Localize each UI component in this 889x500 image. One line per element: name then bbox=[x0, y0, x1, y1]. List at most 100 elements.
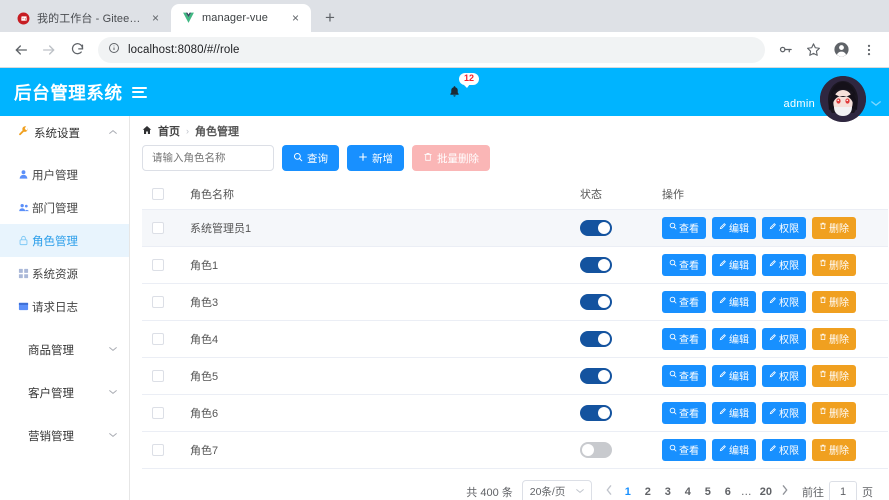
query-button[interactable]: 查询 bbox=[282, 145, 339, 171]
view-button[interactable]: 查看 bbox=[662, 438, 706, 461]
status-toggle[interactable] bbox=[580, 441, 612, 458]
page-button-4[interactable]: 4 bbox=[679, 482, 697, 500]
row-checkbox[interactable] bbox=[152, 221, 164, 234]
page-button-1[interactable]: 1 bbox=[619, 482, 637, 500]
back-arrow-icon[interactable] bbox=[8, 37, 34, 63]
batch-delete-button[interactable]: 批量删除 bbox=[412, 145, 490, 171]
close-icon[interactable]: × bbox=[288, 11, 303, 26]
table-row[interactable]: 角色3 查看 编辑 权限 删除 bbox=[142, 283, 888, 321]
new-tab-button[interactable]: + bbox=[317, 5, 343, 31]
chevron-left-icon[interactable] bbox=[601, 485, 617, 498]
page-jumper-input[interactable] bbox=[829, 480, 857, 500]
edit-button[interactable]: 编辑 bbox=[712, 364, 756, 387]
sidebar-item-role-management[interactable]: 角色管理 bbox=[0, 224, 129, 257]
pagination-ellipsis[interactable]: … bbox=[739, 486, 755, 498]
view-button[interactable]: 查看 bbox=[662, 253, 706, 276]
delete-button[interactable]: 删除 bbox=[812, 364, 856, 387]
table-row[interactable]: 角色4 查看 编辑 权限 删除 bbox=[142, 320, 888, 358]
permission-button[interactable]: 权限 bbox=[762, 216, 806, 239]
row-checkbox[interactable] bbox=[152, 258, 164, 271]
delete-button[interactable]: 删除 bbox=[812, 290, 856, 313]
view-button[interactable]: 查看 bbox=[662, 216, 706, 239]
status-toggle[interactable] bbox=[580, 404, 612, 421]
role-ops-cell: 查看 编辑 权限 删除 bbox=[652, 431, 888, 469]
trash-icon bbox=[819, 259, 827, 270]
role-status-cell bbox=[570, 394, 652, 432]
chevron-right-icon[interactable] bbox=[777, 485, 793, 498]
sidebar-group-marketing-management[interactable]: 营销管理 bbox=[0, 419, 129, 452]
edit-button[interactable]: 编辑 bbox=[712, 327, 756, 350]
app-brand: 后台管理系统 bbox=[14, 80, 147, 105]
pencil-icon bbox=[769, 296, 777, 307]
delete-button[interactable]: 删除 bbox=[812, 327, 856, 350]
sidebar-group-product-management[interactable]: 商品管理 bbox=[0, 333, 129, 366]
browser-tab-gitee[interactable]: 我的工作台 - Gitee.com × bbox=[6, 4, 171, 32]
sidebar-item-system-resources[interactable]: 系统资源 bbox=[0, 257, 129, 290]
edit-button[interactable]: 编辑 bbox=[712, 216, 756, 239]
edit-button[interactable]: 编辑 bbox=[712, 253, 756, 276]
reload-icon[interactable] bbox=[64, 37, 90, 63]
sidebar-group-customer-management[interactable]: 客户管理 bbox=[0, 376, 129, 409]
permission-button-label: 权限 bbox=[779, 335, 799, 346]
edit-button[interactable]: 编辑 bbox=[712, 438, 756, 461]
search-input[interactable] bbox=[142, 145, 274, 171]
page-button-2[interactable]: 2 bbox=[639, 482, 657, 500]
page-button-5[interactable]: 5 bbox=[699, 482, 717, 500]
sidebar-group-system-settings[interactable]: 系统设置 bbox=[0, 116, 129, 150]
row-checkbox[interactable] bbox=[152, 406, 164, 419]
kebab-menu-icon[interactable] bbox=[857, 38, 881, 62]
browser-tab-manager-vue[interactable]: manager-vue × bbox=[171, 4, 311, 32]
row-checkbox[interactable] bbox=[152, 369, 164, 382]
row-checkbox[interactable] bbox=[152, 332, 164, 345]
page-size-select[interactable]: 20条/页 bbox=[521, 479, 592, 500]
edit-button[interactable]: 编辑 bbox=[712, 290, 756, 313]
view-button[interactable]: 查看 bbox=[662, 401, 706, 424]
avatar[interactable] bbox=[820, 76, 866, 122]
select-all-checkbox[interactable] bbox=[152, 187, 164, 200]
add-button[interactable]: 新增 bbox=[347, 145, 404, 171]
sidebar-item-department-management[interactable]: 部门管理 bbox=[0, 191, 129, 224]
page-button-6[interactable]: 6 bbox=[719, 482, 737, 500]
table-row[interactable]: 系统管理员1 查看 编辑 权限 删除 bbox=[142, 209, 888, 247]
delete-button[interactable]: 删除 bbox=[812, 401, 856, 424]
user-area[interactable]: admin bbox=[784, 76, 881, 122]
sidebar-item-request-log[interactable]: 请求日志 bbox=[0, 290, 129, 323]
breadcrumb-home[interactable]: 首页 bbox=[158, 123, 180, 139]
hamburger-icon[interactable] bbox=[131, 86, 147, 98]
view-button[interactable]: 查看 bbox=[662, 327, 706, 350]
page-button-last[interactable]: 20 bbox=[757, 482, 775, 500]
table-row[interactable]: 角色7 查看 编辑 权限 删除 bbox=[142, 431, 888, 469]
profile-icon[interactable] bbox=[829, 38, 853, 62]
sidebar-item-user-management[interactable]: 用户管理 bbox=[0, 158, 129, 191]
view-button[interactable]: 查看 bbox=[662, 364, 706, 387]
delete-button[interactable]: 删除 bbox=[812, 438, 856, 461]
table-row[interactable]: 角色1 查看 编辑 权限 删除 bbox=[142, 246, 888, 284]
delete-button[interactable]: 删除 bbox=[812, 253, 856, 276]
key-icon[interactable] bbox=[773, 38, 797, 62]
notification-bell[interactable]: 12 bbox=[448, 73, 480, 101]
star-icon[interactable] bbox=[801, 38, 825, 62]
browser-window: 我的工作台 - Gitee.com × manager-vue × + bbox=[0, 0, 889, 500]
status-toggle[interactable] bbox=[580, 330, 612, 347]
row-checkbox[interactable] bbox=[152, 443, 164, 456]
permission-button[interactable]: 权限 bbox=[762, 401, 806, 424]
page-button-3[interactable]: 3 bbox=[659, 482, 677, 500]
permission-button[interactable]: 权限 bbox=[762, 364, 806, 387]
chevron-down-icon[interactable] bbox=[871, 99, 881, 116]
status-toggle[interactable] bbox=[580, 367, 612, 384]
permission-button[interactable]: 权限 bbox=[762, 438, 806, 461]
permission-button[interactable]: 权限 bbox=[762, 327, 806, 350]
table-row[interactable]: 角色6 查看 编辑 权限 删除 bbox=[142, 394, 888, 432]
view-button[interactable]: 查看 bbox=[662, 290, 706, 313]
permission-button[interactable]: 权限 bbox=[762, 253, 806, 276]
permission-button[interactable]: 权限 bbox=[762, 290, 806, 313]
row-checkbox[interactable] bbox=[152, 295, 164, 308]
status-toggle[interactable] bbox=[580, 293, 612, 310]
delete-button[interactable]: 删除 bbox=[812, 216, 856, 239]
table-row[interactable]: 角色5 查看 编辑 权限 删除 bbox=[142, 357, 888, 395]
edit-button[interactable]: 编辑 bbox=[712, 401, 756, 424]
status-toggle[interactable] bbox=[580, 219, 612, 236]
address-bar[interactable]: localhost:8080/#//role bbox=[98, 36, 765, 63]
status-toggle[interactable] bbox=[580, 256, 612, 273]
close-icon[interactable]: × bbox=[148, 11, 163, 26]
